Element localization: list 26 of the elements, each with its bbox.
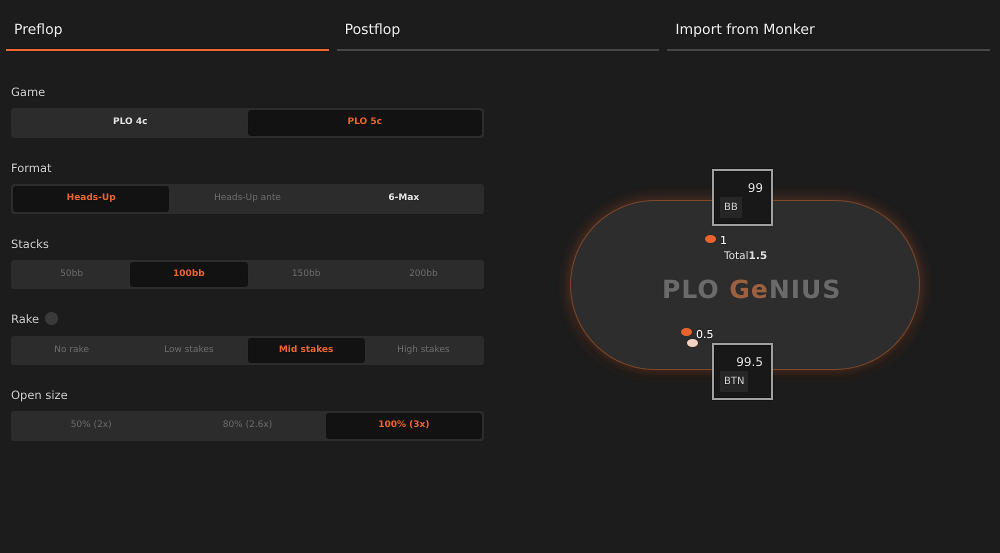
option-label: Game	[11, 84, 46, 101]
tab[interactable]: Postflop	[336, 14, 660, 51]
table-logo: PLO GeNIUS	[662, 274, 842, 306]
tab[interactable]: Preflop	[6, 14, 329, 51]
option-label: Rake	[11, 311, 40, 328]
option-button[interactable]: PLO 5c	[248, 110, 482, 136]
option-button[interactable]: Heads-Up	[13, 186, 170, 212]
position-label: BTN	[720, 371, 748, 392]
bet-amount: 0.5	[696, 327, 714, 343]
info-icon[interactable]	[45, 312, 58, 326]
option-button[interactable]: 6-Max	[326, 186, 482, 212]
option-button[interactable]: Mid stakes	[248, 338, 365, 363]
stack-amount: 99.5	[736, 354, 763, 371]
tab[interactable]: Import from Monker	[667, 14, 990, 51]
seat-box[interactable]: 99.5 BTN	[712, 343, 773, 400]
seat-box[interactable]: 99 BB	[712, 169, 773, 226]
bet-amount: 1	[720, 233, 727, 249]
pot-total: Total1.5	[724, 249, 768, 264]
option-label: Stacks	[11, 236, 49, 252]
option-button[interactable]: 100% (3x)	[326, 413, 482, 439]
position-label: BB	[720, 197, 742, 218]
option-button[interactable]: PLO 4c	[13, 110, 248, 136]
option-label: Format	[11, 160, 52, 177]
option-button[interactable]: 100bb	[130, 262, 248, 288]
stack-amount: 99	[748, 180, 763, 197]
option-label: Open size	[11, 387, 68, 404]
